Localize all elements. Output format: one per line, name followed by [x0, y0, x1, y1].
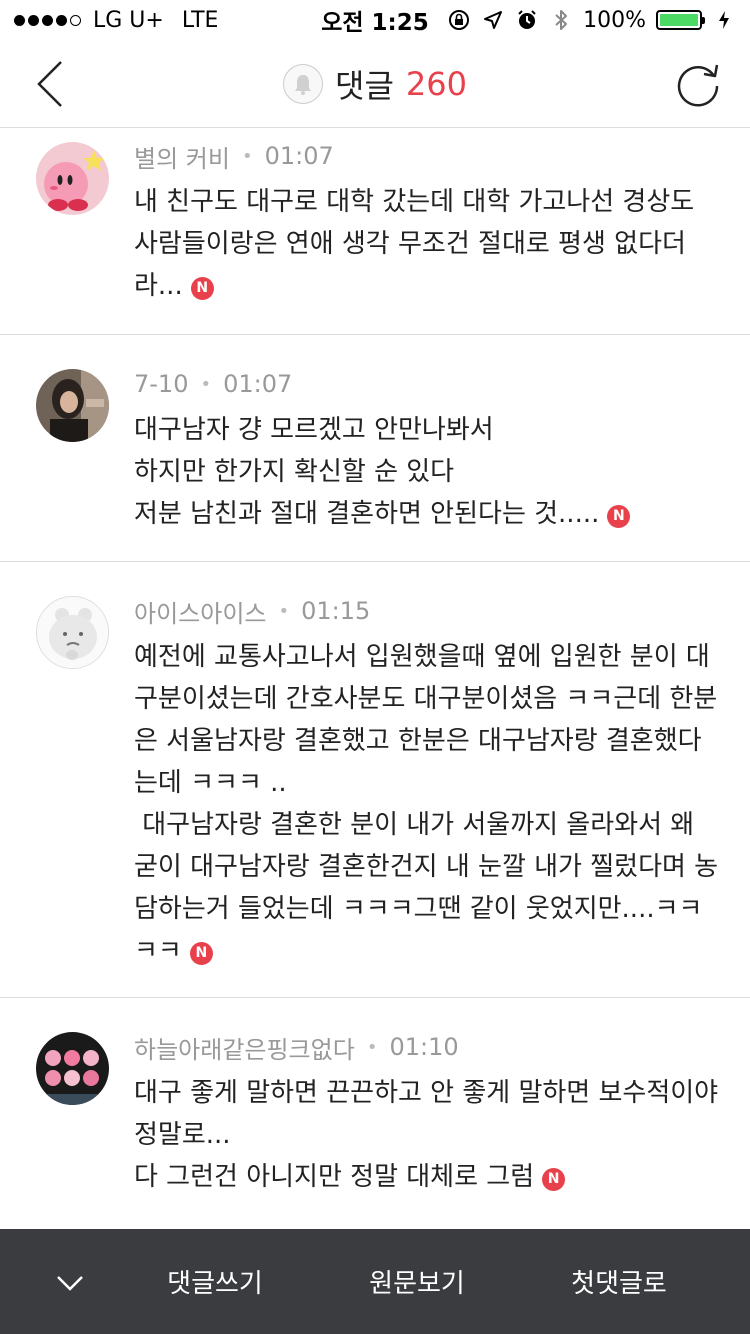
- avatar[interactable]: [36, 142, 109, 215]
- separator-dot: •: [278, 600, 290, 622]
- avatar[interactable]: [36, 596, 109, 669]
- bell-icon: [283, 64, 324, 104]
- collapse-button[interactable]: [50, 1263, 90, 1303]
- first-comment-button[interactable]: 첫댓글로: [554, 1229, 684, 1334]
- comment-item: 별의 커비 • 01:07 내 친구도 대구로 대학 갔는데 대학 가고나선 경…: [0, 129, 750, 335]
- refresh-icon: [677, 64, 719, 107]
- rotation-lock-icon: [447, 8, 471, 32]
- comment-time: 01:07: [223, 370, 293, 398]
- back-button[interactable]: [26, 58, 74, 110]
- comment-meta: 아이스아이스 • 01:15: [134, 594, 724, 628]
- author-name[interactable]: 별의 커비: [134, 139, 230, 174]
- location-icon: [481, 8, 505, 32]
- separator-dot: •: [366, 1036, 378, 1058]
- comment-count: 260: [405, 65, 467, 103]
- view-original-button[interactable]: 원문보기: [352, 1229, 482, 1334]
- signal-strength-icon: [14, 14, 81, 26]
- comment-text: 내 친구도 대구로 대학 갔는데 대학 가고나선 경상도 사람들이랑은 연애 생…: [134, 187, 703, 301]
- comment-text: 예전에 교통사고나서 입원했을때 옆에 입원한 분이 대구분이셨는데 간호사분도…: [134, 642, 719, 966]
- comment-meta: 7-10 • 01:07: [134, 367, 724, 401]
- chevron-down-icon: [57, 1276, 83, 1291]
- alarm-icon: [515, 8, 539, 32]
- title-label: 댓글: [335, 67, 394, 105]
- network-type: LTE: [181, 7, 219, 33]
- refresh-button[interactable]: [672, 58, 724, 110]
- separator-dot: •: [200, 373, 212, 395]
- avatar[interactable]: [36, 1032, 109, 1105]
- author-name[interactable]: 아이스아이스: [134, 594, 266, 629]
- nav-bar: 댓글 260: [0, 40, 750, 128]
- comment-time: 01:15: [301, 597, 371, 625]
- comment-text: 대구남자 걍 모르겠고 안만나봐서 하지만 한가지 확신할 순 있다 저분 남친…: [134, 409, 724, 535]
- battery-percent: 100%: [583, 7, 646, 33]
- charging-icon: [712, 8, 736, 32]
- new-badge: N: [189, 941, 213, 965]
- separator-dot: •: [241, 145, 253, 167]
- comment-time: 01:10: [389, 1033, 459, 1061]
- comment-item: 하늘아래같은핑크없다 • 01:10 대구 좋게 말하면 끈끈하고 안 좋게 말…: [0, 998, 750, 1227]
- new-badge: N: [542, 1167, 566, 1191]
- status-bar: LG U+ LTE 오전 1:25 100%: [0, 0, 750, 40]
- battery-icon: [656, 10, 705, 30]
- avatar[interactable]: [36, 369, 109, 442]
- comment-meta: 별의 커비 • 01:07: [134, 139, 724, 173]
- new-badge: N: [190, 276, 214, 300]
- carrier-name: LG U+: [93, 7, 164, 33]
- comment-item: 아이스아이스 • 01:15 예전에 교통사고나서 입원했을때 옆에 입원한 분…: [0, 562, 750, 998]
- comment-text: 대구 좋게 말하면 끈끈하고 안 좋게 말하면 보수적이야 정말로... 다 그…: [134, 1078, 719, 1192]
- new-badge: N: [607, 504, 631, 528]
- page-title: 댓글 260: [0, 40, 750, 128]
- write-comment-button[interactable]: 댓글쓰기: [150, 1229, 280, 1334]
- author-name[interactable]: 하늘아래같은핑크없다: [134, 1030, 355, 1065]
- comment-meta: 하늘아래같은핑크없다 • 01:10: [134, 1030, 724, 1064]
- bottom-toolbar: 댓글쓰기 원문보기 첫댓글로: [0, 1229, 750, 1334]
- bluetooth-icon: [549, 8, 573, 32]
- chevron-left-icon: [37, 61, 62, 107]
- comment-time: 01:07: [264, 142, 334, 170]
- comment-item: 7-10 • 01:07 대구남자 걍 모르겠고 안만나봐서 하지만 한가지 확…: [0, 335, 750, 562]
- author-name[interactable]: 7-10: [134, 370, 188, 398]
